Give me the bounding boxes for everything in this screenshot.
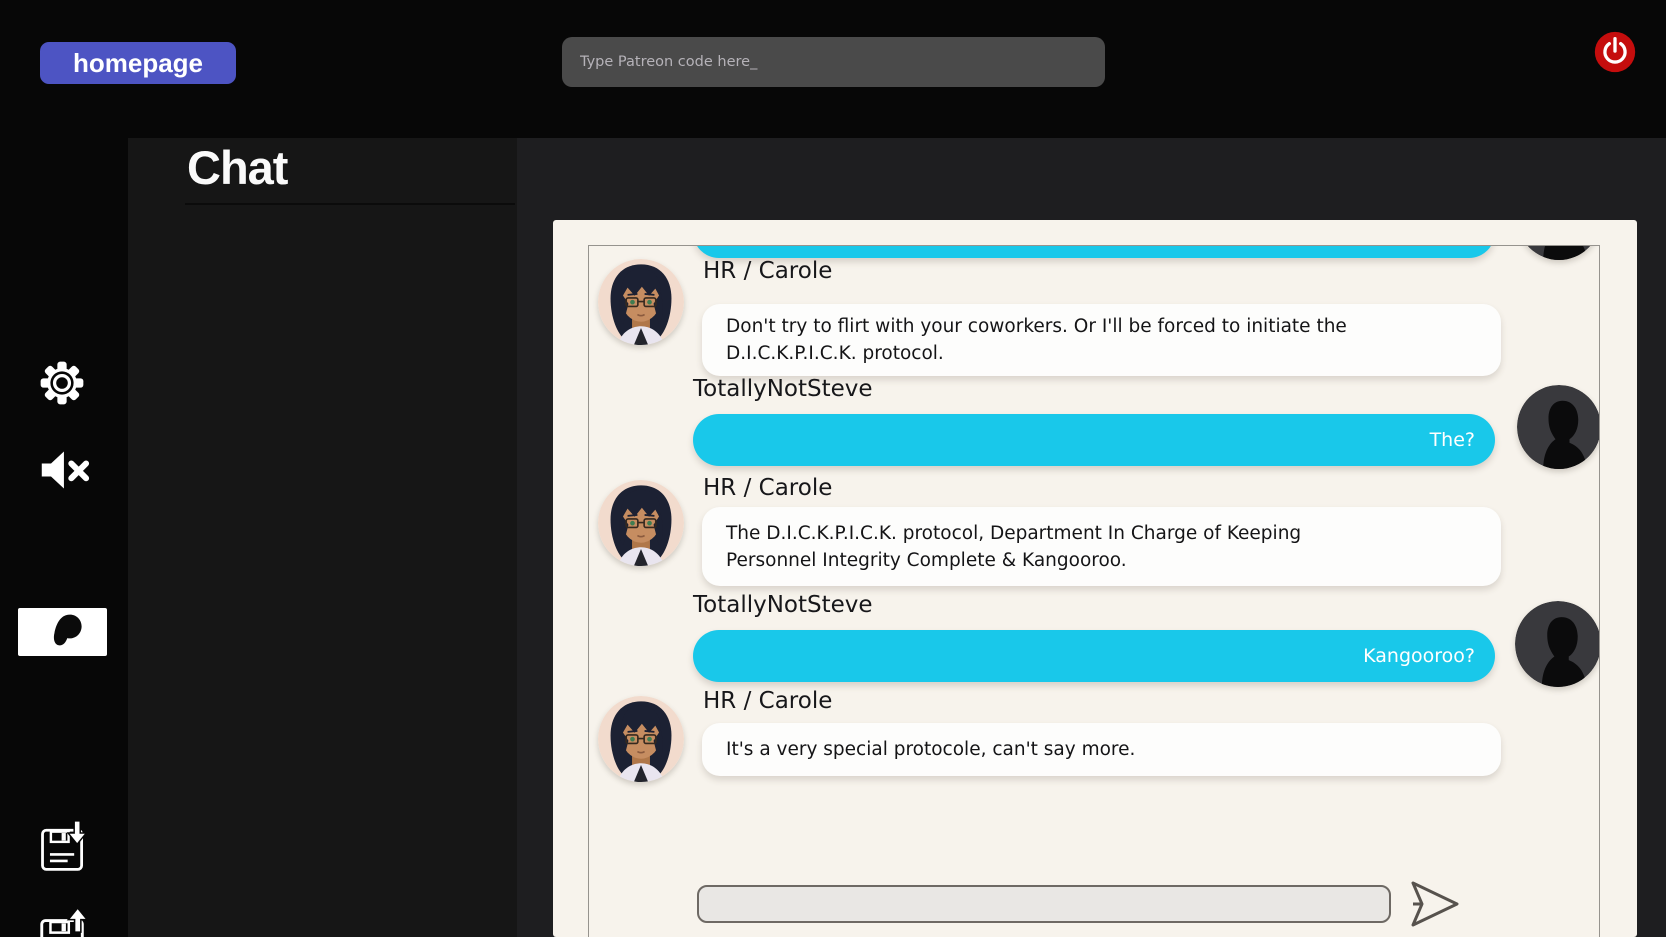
message-bubble: The D.I.C.K.P.I.C.K. protocol, Departmen… <box>702 507 1501 586</box>
sender-name: HR / Carole <box>703 688 832 714</box>
game-window: homepage <box>0 0 1666 937</box>
sender-name: HR / Carole <box>703 258 832 284</box>
settings-gear-icon <box>36 397 88 412</box>
left-toolbar <box>0 138 128 937</box>
settings-button[interactable] <box>36 357 88 409</box>
patreon-code-input[interactable] <box>562 37 1105 87</box>
power-button[interactable] <box>1593 30 1637 74</box>
chat-nav-panel: Chat <box>128 138 517 937</box>
message-bubble: It's a very special protocole, can't say… <box>702 723 1501 776</box>
sender-name: HR / Carole <box>703 475 832 501</box>
avatar <box>1517 245 1600 260</box>
avatar-totallynotsteve <box>1517 385 1600 469</box>
avatar-hr-carole <box>598 259 684 345</box>
patreon-icon <box>40 611 86 654</box>
save-game-button[interactable] <box>35 820 91 874</box>
chat-message-input[interactable] <box>697 885 1391 923</box>
send-button[interactable] <box>1407 878 1465 930</box>
mute-button[interactable] <box>34 446 92 494</box>
chat-window: HR / Carole Don't try to flirt with your… <box>553 220 1637 937</box>
load-game-button[interactable] <box>35 908 91 937</box>
save-game-floppy-down-icon <box>35 862 91 877</box>
send-arrow-icon <box>1407 918 1465 933</box>
message-bubble: The? <box>693 414 1495 466</box>
message-bubble-clipped <box>693 245 1495 258</box>
message-bubble: Don't try to flirt with your coworkers. … <box>702 304 1501 376</box>
top-bar: homepage <box>0 0 1666 138</box>
homepage-button[interactable]: homepage <box>40 42 236 84</box>
avatar-hr-carole <box>598 480 684 566</box>
sender-name: TotallyNotSteve <box>693 592 873 618</box>
message-bubble: Kangooroo? <box>693 630 1495 682</box>
message-scroll-area[interactable]: HR / Carole Don't try to flirt with your… <box>588 245 1600 937</box>
sound-muted-icon <box>34 482 92 497</box>
avatar-totallynotsteve <box>1515 601 1600 687</box>
avatar-hr-carole <box>598 696 684 782</box>
title-underline <box>185 203 515 205</box>
page-title: Chat <box>128 138 517 195</box>
sender-name: TotallyNotSteve <box>693 376 873 402</box>
power-icon <box>1593 62 1637 77</box>
patreon-button[interactable] <box>18 608 107 656</box>
